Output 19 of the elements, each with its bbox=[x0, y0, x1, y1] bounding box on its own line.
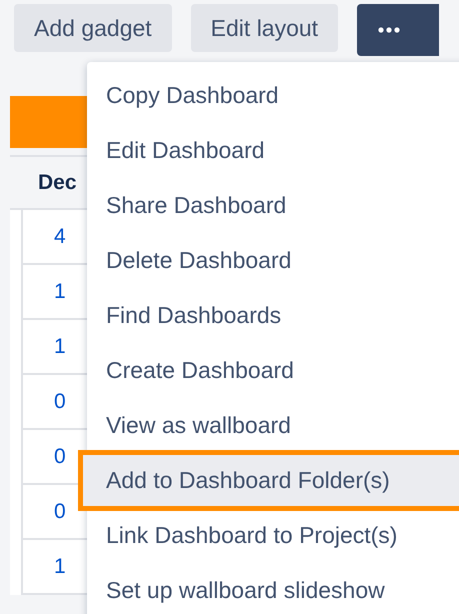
menu-item[interactable]: Delete Dashboard bbox=[87, 233, 459, 288]
count-link[interactable]: 1 bbox=[54, 280, 66, 304]
menu-item[interactable]: Add to Dashboard Folder(s) bbox=[81, 453, 459, 508]
count-link[interactable]: 1 bbox=[54, 554, 66, 578]
count-link[interactable]: 0 bbox=[54, 500, 66, 524]
menu-item[interactable]: Copy Dashboard bbox=[87, 68, 459, 123]
menu-item[interactable]: Link Dashboard to Project(s) bbox=[87, 508, 459, 563]
count-link[interactable]: 4 bbox=[54, 224, 66, 248]
toolbar-button[interactable]: Edit layout bbox=[190, 4, 338, 52]
menu-item[interactable]: Set up wallboard slideshow bbox=[87, 563, 459, 614]
count-link[interactable]: 1 bbox=[54, 334, 66, 358]
menu-item[interactable]: View as wallboard bbox=[87, 398, 459, 453]
menu-item[interactable]: Create Dashboard bbox=[87, 343, 459, 398]
ellipsis-icon bbox=[378, 27, 400, 33]
count-link[interactable]: 0 bbox=[54, 444, 66, 468]
more-button[interactable] bbox=[357, 4, 440, 56]
menu-item[interactable]: Find Dashboards bbox=[87, 288, 459, 343]
count-link[interactable]: 0 bbox=[54, 390, 66, 414]
toolbar-button[interactable]: Add gadget bbox=[14, 4, 172, 52]
